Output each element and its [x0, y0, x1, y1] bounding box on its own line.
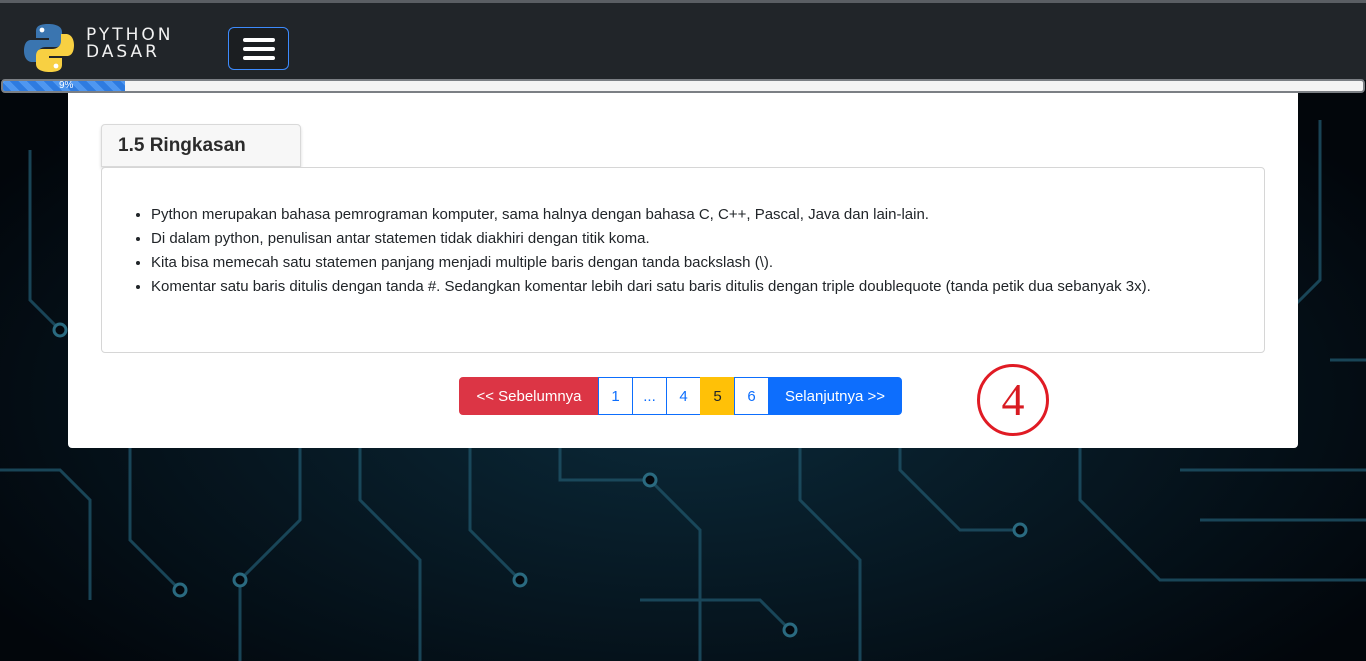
summary-list: Python merupakan bahasa pemrograman komp…: [151, 203, 1151, 299]
hamburger-icon: [242, 55, 275, 60]
menu-toggle-button[interactable]: [228, 27, 289, 70]
summary-box: Python merupakan bahasa pemrograman komp…: [101, 167, 1265, 353]
page-5-button-active[interactable]: 5: [700, 377, 735, 415]
brand-name[interactable]: PYTHON DASAR: [86, 27, 174, 61]
python-logo[interactable]: [22, 21, 76, 75]
next-page-button[interactable]: Selanjutnya >>: [768, 377, 902, 415]
page-4-button[interactable]: 4: [666, 377, 701, 415]
brand-line2: DASAR: [86, 42, 160, 62]
page-ellipsis[interactable]: ...: [632, 377, 667, 415]
list-item: Python merupakan bahasa pemrograman komp…: [151, 203, 1151, 227]
progress-label: 9%: [59, 80, 74, 91]
hamburger-icon: [242, 37, 275, 42]
previous-page-button[interactable]: << Sebelumnya: [459, 377, 599, 415]
pagination: << Sebelumnya 1 ... 4 5 6 Selanjutnya >>: [459, 377, 902, 415]
section-title: 1.5 Ringkasan: [101, 124, 301, 167]
list-item: Kita bisa memecah satu statemen panjang …: [151, 251, 1151, 275]
page-6-button[interactable]: 6: [734, 377, 769, 415]
list-item: Komentar satu baris ditulis dengan tanda…: [151, 275, 1151, 299]
content-card: 1.5 Ringkasan Python merupakan bahasa pe…: [68, 93, 1298, 448]
hamburger-icon: [242, 46, 275, 51]
annotation-circle: 4: [977, 364, 1049, 436]
reading-progress-bar: 9%: [1, 79, 1365, 93]
page-1-button[interactable]: 1: [598, 377, 633, 415]
list-item: Di dalam python, penulisan antar stateme…: [151, 227, 1151, 251]
top-navbar: PYTHON DASAR: [0, 0, 1366, 80]
